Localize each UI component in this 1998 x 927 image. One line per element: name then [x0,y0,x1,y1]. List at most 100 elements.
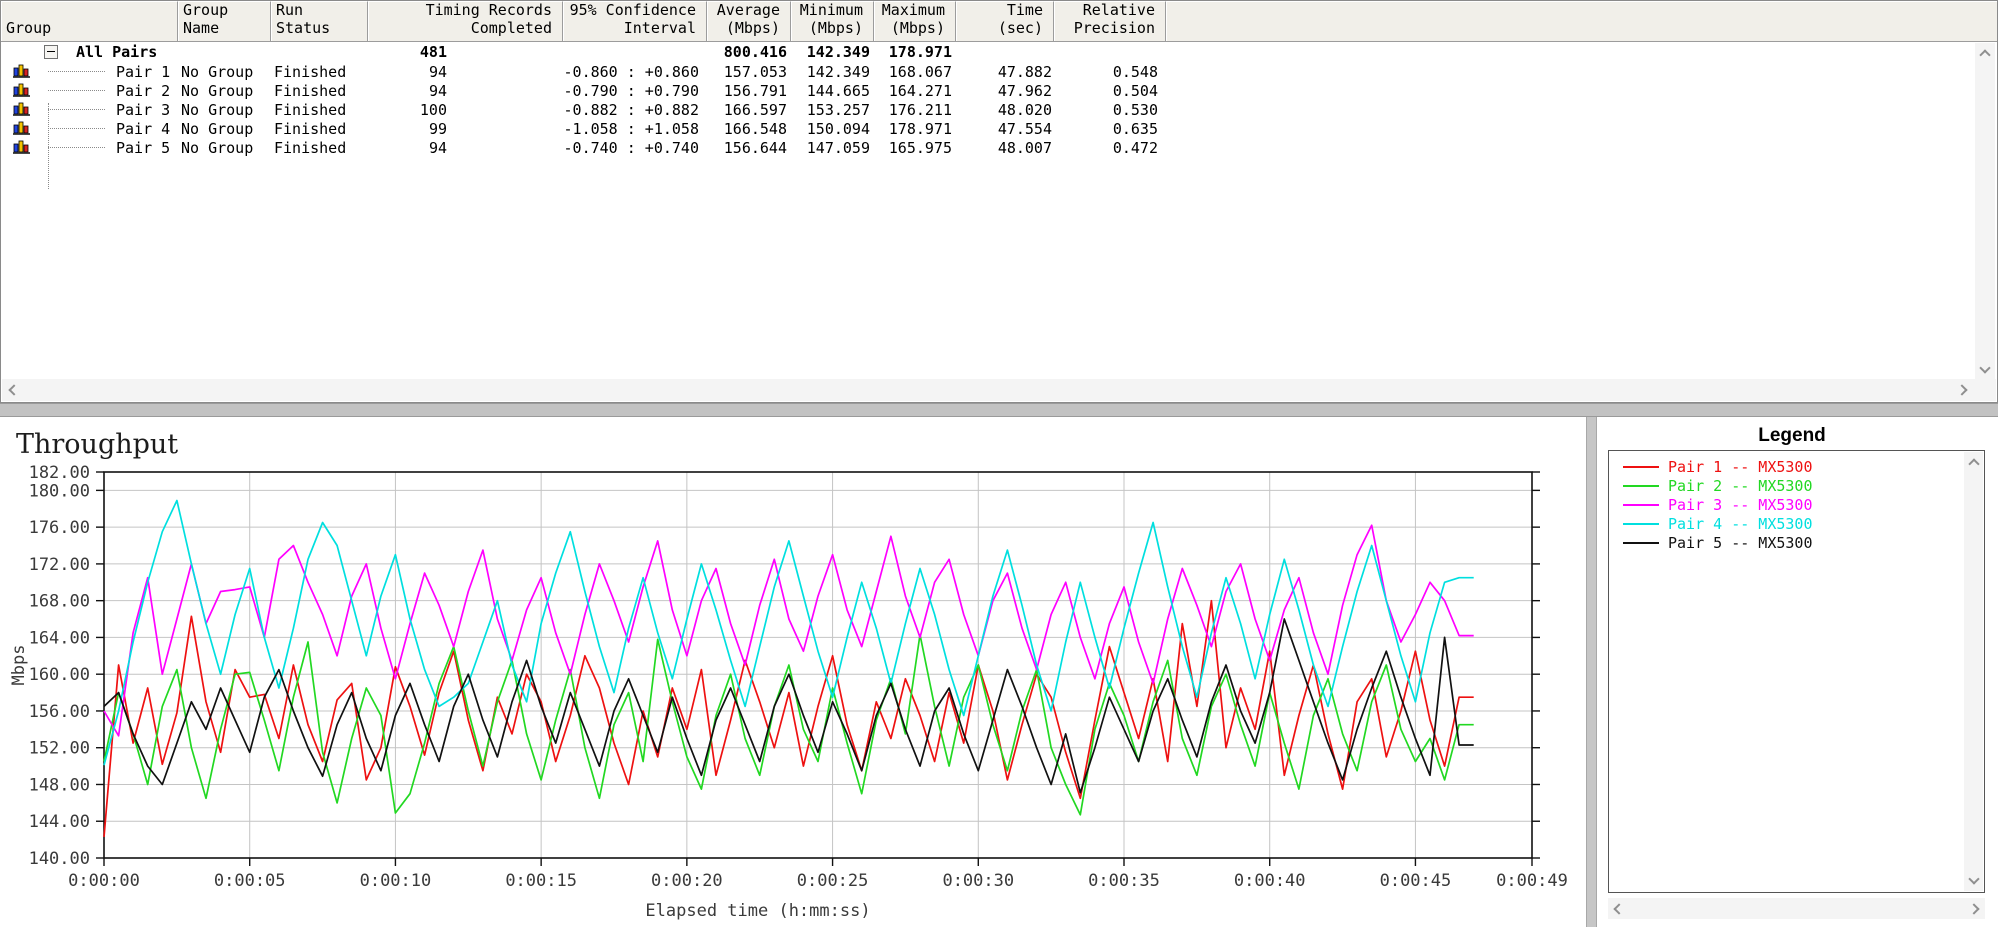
timing-records: 94 [368,62,563,81]
chevron-up-icon[interactable] [1968,458,1979,469]
pane-divider[interactable] [0,403,1998,417]
tree-connector-branch [48,90,105,91]
col-header-minimum[interactable]: Minimum (Mbps) [791,1,874,41]
maximum-mbps: 176.211 [874,100,956,119]
relative-precision: 0.548 [1054,62,1166,81]
y-tick-label: 156.00 [29,702,90,722]
pair-label: Pair 4 [116,120,170,138]
legend-entry-label: Pair 1 -- MX5300 [1668,458,1813,476]
ixchariot-results-window: Group Pair Group Name Run Status Timing … [0,0,1998,927]
table-vertical-scrollbar[interactable] [1975,43,1995,380]
maximum-mbps: 168.067 [874,62,956,81]
chevron-left-icon[interactable] [8,384,19,395]
vertical-splitter[interactable] [1586,417,1597,927]
average-mbps: 156.644 [707,138,791,157]
chevron-up-icon[interactable] [1979,49,1990,60]
tree-connector-vertical [48,103,49,189]
pair-group-name: No Group [178,119,271,138]
chevron-left-icon[interactable] [1613,903,1624,914]
confidence-interval: -0.860 : +0.860 [563,62,707,81]
legend-entry-pair-3[interactable]: Pair 3 -- MX5300 [1623,495,1984,514]
confidence-interval: -0.790 : +0.790 [563,81,707,100]
col-header-confidence[interactable]: 95% Confidence Interval [563,1,707,41]
chevron-down-icon[interactable] [1979,362,1990,373]
tree-connector-branch [48,71,105,72]
pair-group-name: No Group [178,62,271,81]
x-tick-label: 0:00:25 [797,871,869,891]
collapse-minus-icon[interactable] [44,45,58,59]
col-header-maximum[interactable]: Maximum (Mbps) [874,1,956,41]
x-axis-label: Elapsed time (h:mm:ss) [645,901,870,921]
x-tick-label: 0:00:35 [1088,871,1160,891]
all-pairs-maximum: 178.971 [874,42,956,62]
series-line-pair-5 [104,619,1474,793]
chevron-down-icon[interactable] [1968,873,1979,884]
plot-border [104,472,1532,858]
y-tick-label: 172.00 [29,555,90,575]
run-status: Finished [271,119,368,138]
series-line-sample [1623,485,1659,487]
x-tick-label: 0:00:30 [942,871,1014,891]
legend-horizontal-scrollbar[interactable] [1608,898,1985,919]
y-tick-label: 140.00 [29,849,90,869]
col-header-pair-group-name[interactable]: Pair Group Name [178,1,271,41]
col-header-timing-records[interactable]: Timing Records Completed [368,1,563,41]
pair-label: Pair 1 [116,63,170,81]
legend-entry-pair-5[interactable]: Pair 5 -- MX5300 [1623,533,1984,552]
legend-vertical-scrollbar[interactable] [1964,452,1983,891]
results-table-panel: Group Pair Group Name Run Status Timing … [0,0,1998,403]
all-pairs-minimum: 142.349 [791,42,874,62]
measured-time: 47.554 [956,119,1054,138]
legend-title: Legend [1597,425,1987,447]
table-row-pair-4[interactable]: Pair 4 No Group Finished 99 -1.058 : +1.… [1,119,1997,138]
table-row-pair-3[interactable]: Pair 3 No Group Finished 100 -0.882 : +0… [1,100,1997,119]
pair-group-name: No Group [178,138,271,157]
bar-chart-icon [12,140,32,159]
chevron-right-icon[interactable] [1956,384,1967,395]
table-horizontal-scrollbar[interactable] [2,379,1974,401]
relative-precision: 0.472 [1054,138,1166,157]
series-line-sample [1623,523,1659,525]
table-row-pair-5[interactable]: Pair 5 No Group Finished 94 -0.740 : +0.… [1,138,1997,157]
legend-entry-pair-1[interactable]: Pair 1 -- MX5300 [1623,457,1984,476]
chevron-right-icon[interactable] [1968,903,1979,914]
legend-entry-pair-2[interactable]: Pair 2 -- MX5300 [1623,476,1984,495]
measured-time: 47.962 [956,81,1054,100]
run-status: Finished [271,81,368,100]
measured-time: 47.882 [956,62,1054,81]
table-body: All Pairs 481 800.416 142.349 178.971 Pa… [1,42,1997,379]
average-mbps: 166.548 [707,119,791,138]
maximum-mbps: 178.971 [874,119,956,138]
minimum-mbps: 150.094 [791,119,874,138]
x-tick-label: 0:00:05 [214,871,286,891]
pair-group-name: No Group [178,100,271,119]
col-header-filler [1166,1,1997,41]
tree-connector-branch [48,147,105,148]
y-tick-label: 152.00 [29,739,90,759]
timing-records: 100 [368,100,563,119]
group-cell-all-pairs: All Pairs [1,42,178,62]
legend-entry-pair-4[interactable]: Pair 4 -- MX5300 [1623,514,1984,533]
maximum-mbps: 164.271 [874,81,956,100]
table-row-all-pairs[interactable]: All Pairs 481 800.416 142.349 178.971 [1,42,1997,62]
all-pairs-timing-records: 481 [368,42,563,62]
x-tick-label: 0:00:49 [1496,871,1568,891]
col-header-group[interactable]: Group [1,1,178,41]
y-tick-label: 160.00 [29,665,90,685]
table-row-pair-1[interactable]: Pair 1 No Group Finished 94 -0.860 : +0.… [1,62,1997,81]
legend-entry-label: Pair 5 -- MX5300 [1668,534,1813,552]
confidence-interval: -0.882 : +0.882 [563,100,707,119]
col-header-relative-precision[interactable]: Relative Precision [1054,1,1166,41]
average-mbps: 166.597 [707,100,791,119]
table-row-pair-2[interactable]: Pair 2 No Group Finished 94 -0.790 : +0.… [1,81,1997,100]
series-line-pair-4 [104,501,1474,766]
chart-section: Throughput 182.00180.00176.00172.00168.0… [0,417,1998,927]
col-header-average[interactable]: Average (Mbps) [707,1,791,41]
x-tick-label: 0:00:00 [68,871,140,891]
timing-records: 94 [368,138,563,157]
y-axis-label: Mbps [9,645,29,686]
minimum-mbps: 147.059 [791,138,874,157]
col-header-run-status[interactable]: Run Status [271,1,368,41]
col-header-measured-time[interactable]: Measured Time (sec) [956,1,1054,41]
x-tick-label: 0:00:15 [505,871,577,891]
